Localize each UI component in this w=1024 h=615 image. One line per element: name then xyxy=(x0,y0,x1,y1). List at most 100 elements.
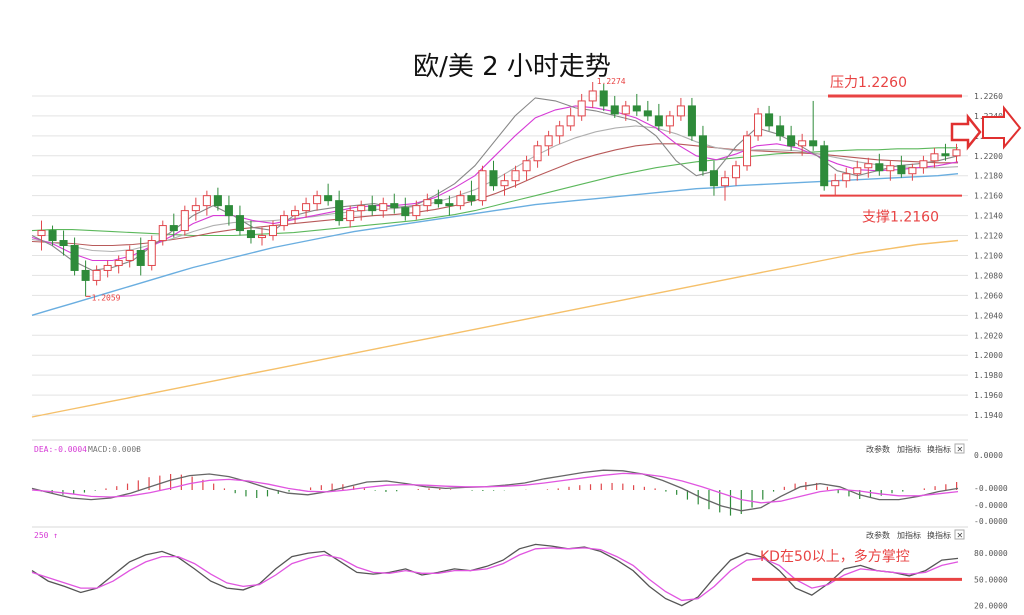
price-tick-label: 1.2040 xyxy=(974,311,1003,320)
candle xyxy=(489,160,498,191)
candle xyxy=(202,190,211,216)
candle xyxy=(599,83,608,111)
macd-arrow-icon: ↑ xyxy=(135,445,140,454)
candle xyxy=(103,260,112,278)
candle xyxy=(92,265,101,286)
candle xyxy=(731,160,741,186)
macd-tick-label: -0.0000 xyxy=(974,517,1008,526)
macd-tick-label: 0.0000 xyxy=(974,451,1003,460)
price-tick-label: 1.2020 xyxy=(974,331,1003,340)
candle xyxy=(577,93,586,121)
price-tick-label: 1.1960 xyxy=(974,391,1003,400)
support-label: 支撑1.2160 xyxy=(862,210,939,226)
candle xyxy=(952,143,961,162)
candle xyxy=(246,220,255,244)
candle xyxy=(864,157,873,178)
candle xyxy=(235,205,244,236)
price-tick-label: 1.2000 xyxy=(974,351,1003,360)
price-tick-label: 1.2100 xyxy=(974,251,1003,260)
ma250-line xyxy=(31,239,959,418)
candle xyxy=(368,195,377,216)
candle xyxy=(698,125,707,176)
candle xyxy=(566,107,575,131)
macd-tick-label: -0.0000 xyxy=(974,484,1008,493)
low-marker-label: 1.2059 xyxy=(92,293,121,302)
candle xyxy=(809,100,818,151)
kd-switch-indicator-button[interactable]: 换指标 xyxy=(927,530,951,540)
price-tick-label: 1.2200 xyxy=(974,152,1003,161)
candle xyxy=(676,97,685,121)
candle xyxy=(842,167,851,188)
price-tick-label: 1.2080 xyxy=(974,271,1003,280)
candle xyxy=(478,165,487,206)
price-tick-label: 1.1940 xyxy=(974,411,1003,420)
right-arrow-icon xyxy=(950,113,982,151)
moving-averages xyxy=(31,97,959,418)
kd-annotation: KD在50以上，多方掌控 xyxy=(760,548,910,565)
close-icon: ✕ xyxy=(957,445,964,454)
candle xyxy=(313,190,322,211)
macd-switch-indicator-button[interactable]: 换指标 xyxy=(927,444,951,454)
candle xyxy=(853,160,862,181)
price-tick-label: 1.2180 xyxy=(974,172,1003,181)
macd-add-indicator-button[interactable]: 加指标 xyxy=(897,444,921,454)
candle xyxy=(147,235,156,271)
macd-dea-label: DEA:-0.0004 xyxy=(34,445,87,454)
kd-tick-label: 50.0000 xyxy=(974,575,1008,584)
macd-change-params-button[interactable]: 改参数 xyxy=(866,444,890,454)
macd-toolbar: 改参数 加指标 换指标 ✕ xyxy=(866,443,965,454)
price-tick-label: 1.2260 xyxy=(974,92,1003,101)
candle xyxy=(908,163,917,181)
price-tick-label: 1.2160 xyxy=(974,192,1003,201)
candle xyxy=(302,197,311,218)
kd-tick-label: 80.0000 xyxy=(974,549,1008,558)
candle xyxy=(191,197,200,221)
candle xyxy=(324,183,333,206)
candle xyxy=(643,100,652,121)
kd-add-indicator-button[interactable]: 加指标 xyxy=(897,530,921,540)
candle xyxy=(919,155,928,174)
candle xyxy=(280,210,289,231)
forex-chart: 1.22601.22401.22201.22001.21801.21601.21… xyxy=(31,75,1022,611)
candle xyxy=(875,153,884,176)
high-marker-label: 1.2274 xyxy=(597,77,626,86)
price-axis: 1.22601.22401.22201.22001.21801.21601.21… xyxy=(974,92,1003,420)
candle xyxy=(180,205,189,236)
candle xyxy=(687,97,696,141)
macd-tick-label: -0.0000 xyxy=(974,501,1008,510)
candle xyxy=(930,147,939,168)
price-tick-label: 1.2120 xyxy=(974,232,1003,241)
kd-change-params-button[interactable]: 改参数 xyxy=(866,530,890,540)
candle xyxy=(709,160,718,196)
kd-panel: 250 ↑ 80.0000 50.0000 20.0000 KD在50以上，多方掌控… xyxy=(31,526,1008,611)
candle xyxy=(831,173,840,196)
macd-value-label: MACD:0.0008 xyxy=(88,445,141,454)
candle xyxy=(897,155,906,178)
close-icon: ✕ xyxy=(957,531,964,540)
candle xyxy=(500,173,509,196)
kd-tick-label: 20.0000 xyxy=(974,602,1008,611)
candle xyxy=(224,195,233,226)
candle xyxy=(423,193,432,212)
candle xyxy=(125,245,134,268)
candle xyxy=(37,220,46,251)
candle xyxy=(588,81,597,108)
ma60-line xyxy=(31,147,958,237)
candle xyxy=(291,205,300,224)
candle xyxy=(743,130,752,171)
candle xyxy=(654,103,663,131)
candle xyxy=(665,110,674,134)
candles xyxy=(37,81,961,297)
candle xyxy=(533,140,542,168)
candle xyxy=(632,93,641,116)
main-grid xyxy=(32,95,968,416)
macd-panel: DEA:-0.0004 MACD:0.0008 ↑ 0.0000 -0.0000 -… xyxy=(31,439,1008,526)
price-tick-label: 1.2140 xyxy=(974,212,1003,221)
price-tick-label: 1.2060 xyxy=(974,291,1003,300)
candle xyxy=(544,130,553,156)
candle xyxy=(765,105,774,131)
support-resistance: 压力1.2260 支撑1.2160 1.2059 1.2274 xyxy=(85,75,962,302)
kd-toolbar: 改参数 加指标 换指标 ✕ xyxy=(866,529,965,540)
candle xyxy=(754,107,763,141)
ma120-line xyxy=(31,173,959,316)
